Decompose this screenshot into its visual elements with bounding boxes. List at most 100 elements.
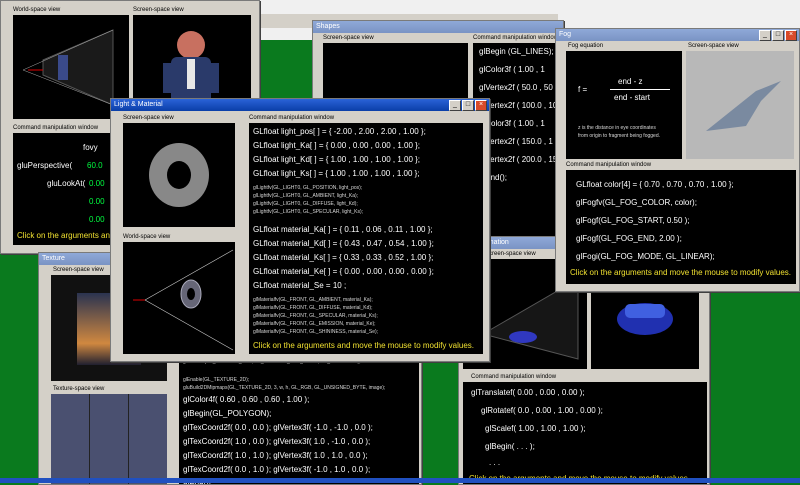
fovy-label: fovy <box>83 143 98 152</box>
fog-denominator: end - start <box>614 93 651 102</box>
screen-label: Screen-space view <box>133 7 184 13</box>
light-world-view[interactable] <box>123 242 235 354</box>
scale-line[interactable]: glScalef( 1.00 , 1.00 , 1.00 ); <box>485 424 586 433</box>
light-call-4: glLightfv(GL_LIGHT0, GL_SPECULAR, light_… <box>253 209 364 215</box>
fog-screen-label: Screen-space view <box>688 43 739 49</box>
light-command-panel[interactable]: GLfloat light_pos[ ] = { -2.00 , 2.00 , … <box>249 123 483 354</box>
light-hint: Click on the arguments and move the mous… <box>253 341 474 350</box>
texture-line-4[interactable]: glTexCoord2f( 1.0 , 0.0 ); glVertex3f( 1… <box>183 437 370 446</box>
light-titlebar[interactable]: Light & Material _ □ × <box>111 99 489 111</box>
texture-space-label: Texture-space view <box>53 386 105 392</box>
light-pos-line[interactable]: GLfloat light_pos[ ] = { -2.00 , 2.00 , … <box>253 127 426 136</box>
shapes-line-7[interactable]: glVertex2f ( 200.0 , 15 <box>479 155 557 164</box>
mat-call-1: glMaterialfv(GL_FRONT, GL_AMBIENT, mater… <box>253 297 373 303</box>
fog-eq-label: Fog equation <box>568 43 604 49</box>
light-command-label: Command manipulation window <box>249 115 335 121</box>
mipmap-call: gluBuild2DMipmaps(GL_TEXTURE_2D, 3, w, h… <box>183 385 386 391</box>
lookat-value-1[interactable]: 0.00 <box>89 179 105 188</box>
fog-command-panel[interactable]: GLfloat color[4] = { 0.70 , 0.70 , 0.70 … <box>566 170 796 284</box>
shapes-titlebar[interactable]: Shapes <box>313 21 563 33</box>
transform-command-panel[interactable]: glTranslatef( 0.00 , 0.00 , 0.00 ); glRo… <box>463 382 707 484</box>
light-ks-line[interactable]: GLfloat light_Ks[ ] = { 1.00 , 1.00 , 1.… <box>253 169 420 178</box>
maximize-button[interactable]: □ <box>462 100 474 111</box>
fog-close-button[interactable]: × <box>785 30 797 41</box>
mat-call-4: glMaterialfv(GL_FRONT, GL_EMISSION, mate… <box>253 321 376 327</box>
texture-title: Texture <box>42 255 65 262</box>
fog-titlebar[interactable]: Fog _ □ × <box>556 29 799 41</box>
shapes-line-2[interactable]: glColor3f ( 1.00 , 1 <box>479 65 545 74</box>
fovy-value[interactable]: 60.0 <box>87 161 103 170</box>
ellipsis-line: . . . <box>489 458 501 467</box>
light-kd-line[interactable]: GLfloat light_Kd[ ] = { 1.00 , 1.00 , 1.… <box>253 155 420 164</box>
light-screen-view[interactable] <box>123 123 235 227</box>
texture-line-3[interactable]: glTexCoord2f( 0.0 , 0.0 ); glVertex3f( -… <box>183 423 373 432</box>
texture-command-panel[interactable]: glTexEnvi(GL_TEXTURE_ENV, GL_TEXTURE_ENV… <box>179 353 419 484</box>
fraction-bar <box>610 89 670 90</box>
fog-desc-2: from origin to fragment being fogged. <box>578 133 660 139</box>
plane-model-icon <box>706 81 781 131</box>
begin-line: glBegin( . . . ); <box>485 442 535 451</box>
minimize-button[interactable]: _ <box>449 100 461 111</box>
lookat-value-2[interactable]: 0.00 <box>89 197 105 206</box>
lookat-value-3[interactable]: 0.00 <box>89 215 105 224</box>
lookat-call: gluLookAt( <box>47 179 86 188</box>
fog-start-line[interactable]: glFogf(GL_FOG_START, 0.50 ); <box>576 216 690 225</box>
texture-line-6[interactable]: glTexCoord2f( 0.0 , 1.0 ); glVertex3f( -… <box>183 465 370 474</box>
fog-window[interactable]: Fog _ □ × Fog equation Screen-space view f… <box>555 28 800 292</box>
fog-screen-view[interactable] <box>686 51 794 159</box>
enable-call: glEnable(GL_TEXTURE_2D); <box>183 377 250 383</box>
fog-end-line[interactable]: glFogf(GL_FOG_END, 2.00 ); <box>576 234 682 243</box>
texture-line-2: glBegin(GL_POLYGON); <box>183 409 272 418</box>
mat-se-line[interactable]: GLfloat material_Se = 10 ; <box>253 281 346 290</box>
rotate-line[interactable]: glRotatef( 0.0 , 0.00 , 1.00 , 0.00 ); <box>481 406 603 415</box>
fog-fogfv-line: glFogfv(GL_FOG_COLOR, color); <box>576 198 697 207</box>
world-label: World-space view <box>13 7 61 13</box>
perspective-call: gluPerspective( <box>17 161 73 170</box>
light-call-3: glLightfv(GL_LIGHT0, GL_DIFFUSE, light_K… <box>253 201 358 207</box>
fog-numerator: end - z <box>618 77 643 86</box>
texture-space-view[interactable] <box>51 394 167 484</box>
shapes-line-4[interactable]: glVertex2f ( 100.0 , 10 <box>479 101 557 110</box>
mat-call-5: glMaterialfv(GL_FRONT, GL_SHININESS, mat… <box>253 329 379 335</box>
command-label: Command manipulation window <box>13 125 99 131</box>
shapes-title: Shapes <box>316 23 340 30</box>
shapes-screen-label: Screen-space view <box>323 35 374 41</box>
shapes-line-1: glBegin (GL_LINES); <box>479 47 554 56</box>
light-ka-line[interactable]: GLfloat light_Ka[ ] = { 0.00 , 0.00 , 0.… <box>253 141 420 150</box>
taskbar[interactable] <box>0 478 800 483</box>
light-world-label: World-space view <box>123 234 171 240</box>
fog-equation-panel: f = end - z end - start z is the distanc… <box>566 51 682 159</box>
mat-call-2: glMaterialfv(GL_FRONT, GL_DIFFUSE, mater… <box>253 305 373 311</box>
mat-ka-line[interactable]: GLfloat material_Ka[ ] = { 0.11 , 0.06 ,… <box>253 225 433 234</box>
fog-mode-line[interactable]: glFogi(GL_FOG_MODE, GL_LINEAR); <box>576 252 715 261</box>
transform-screen-label: Screen-space view <box>485 251 536 257</box>
fog-desc-1: z is the distance in eye coordinates <box>578 125 656 131</box>
light-title: Light & Material <box>114 101 163 108</box>
fog-color-line[interactable]: GLfloat color[4] = { 0.70 , 0.70 , 0.70 … <box>576 180 734 189</box>
shapes-line-6[interactable]: glVertex2f ( 150.0 , 1 <box>479 137 553 146</box>
fog-hint: Click on the arguments and move the mous… <box>570 268 791 277</box>
fog-f: f = <box>578 85 588 94</box>
transform-command-label: Command manipulation window <box>471 374 557 380</box>
fog-minimize-button[interactable]: _ <box>759 30 771 41</box>
shapes-command-label: Command manipulation window <box>473 35 559 41</box>
mat-call-3: glMaterialfv(GL_FRONT, GL_SPECULAR, mate… <box>253 313 378 319</box>
close-button[interactable]: × <box>475 100 487 111</box>
translate-line[interactable]: glTranslatef( 0.00 , 0.00 , 0.00 ); <box>471 388 585 397</box>
light-screen-label: Screen-space view <box>123 115 174 121</box>
texture-line-5[interactable]: glTexCoord2f( 1.0 , 1.0 ); glVertex3f( 1… <box>183 451 368 460</box>
torus-frustum-icon <box>133 249 234 351</box>
mat-ke-line[interactable]: GLfloat material_Ke[ ] = { 0.00 , 0.00 ,… <box>253 267 434 276</box>
fog-maximize-button[interactable]: □ <box>772 30 784 41</box>
light-material-window[interactable]: Light & Material _ □ × Screen-space view W… <box>110 98 490 362</box>
torus-icon <box>149 143 209 207</box>
light-call-1: glLightfv(GL_LIGHT0, GL_POSITION, light_… <box>253 185 363 191</box>
fog-title: Fog <box>559 31 572 38</box>
shapes-line-3[interactable]: glVertex2f ( 50.0 , 50 <box>479 83 553 92</box>
mat-ks-line[interactable]: GLfloat material_Ks[ ] = { 0.33 , 0.33 ,… <box>253 253 433 262</box>
fog-command-label: Command manipulation window <box>566 162 652 168</box>
light-call-2: glLightfv(GL_LIGHT0, GL_AMBIENT, light_K… <box>253 193 359 199</box>
mat-kd-line[interactable]: GLfloat material_Kd[ ] = { 0.43 , 0.47 ,… <box>253 239 434 248</box>
texture-line-1[interactable]: glColor4f( 0.60 , 0.60 , 0.60 , 1.00 ); <box>183 395 309 404</box>
texture-screen-label: Screen-space view <box>53 267 104 273</box>
